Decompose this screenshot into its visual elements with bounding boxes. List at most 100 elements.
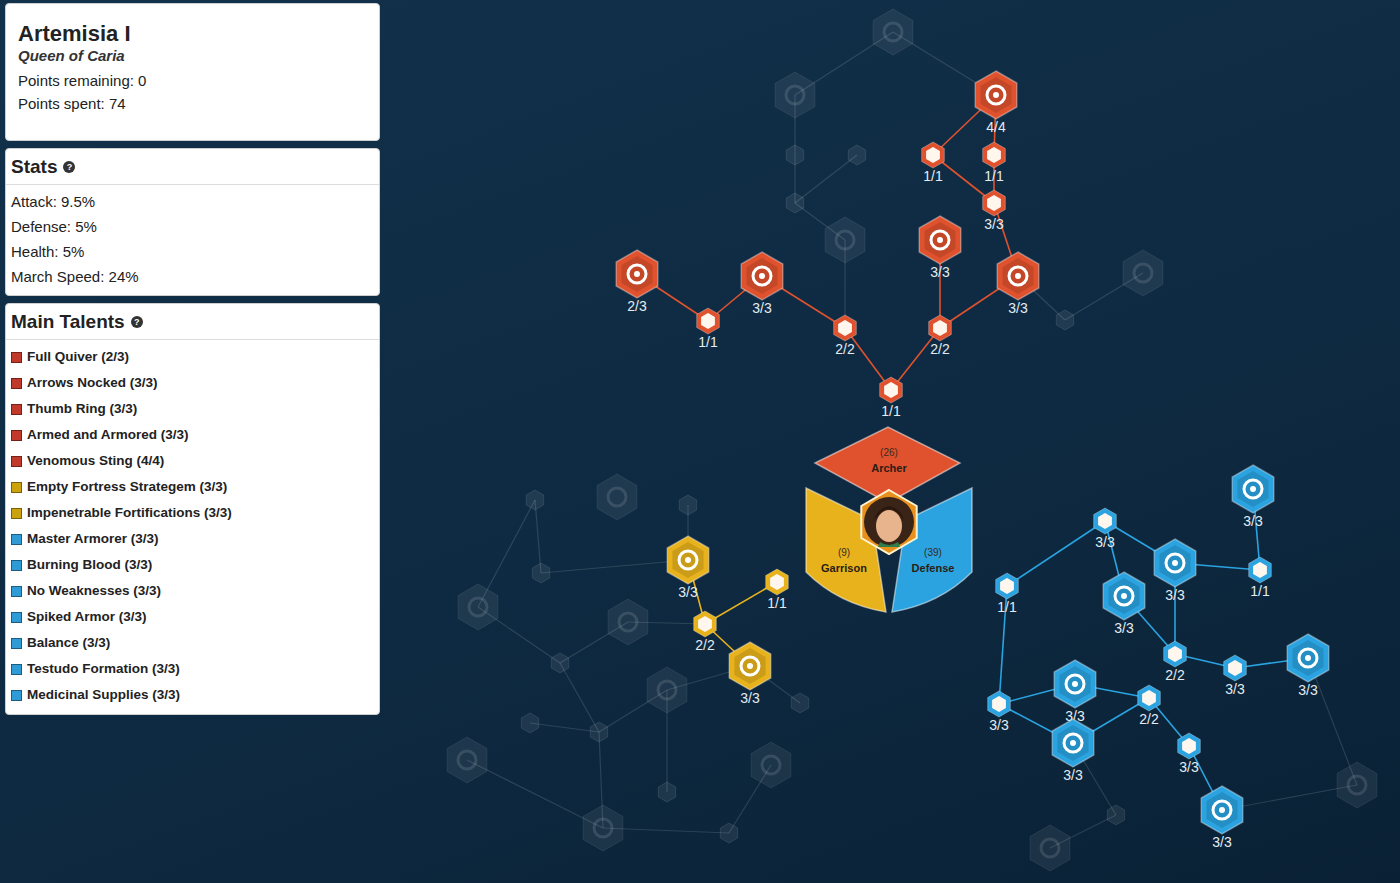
talent-node[interactable]	[608, 599, 648, 645]
talent-row: Armed and Armored (3/3)	[11, 422, 374, 448]
talent-row: Arrows Nocked (3/3)	[11, 370, 374, 396]
talent-node[interactable]: 2/2	[694, 611, 717, 653]
talent-node[interactable]: 3/3	[1154, 539, 1196, 603]
talent-node[interactable]	[1107, 805, 1124, 825]
talent-node[interactable]: 3/3	[729, 642, 771, 706]
node-level: 3/3	[752, 300, 772, 316]
tree-edge	[541, 560, 688, 573]
talent-node[interactable]	[679, 495, 696, 515]
branch-square-icon	[11, 534, 22, 545]
talent-node[interactable]: 4/4	[975, 71, 1017, 135]
talent-node[interactable]	[583, 805, 623, 851]
talent-builder: 4/41/11/13/33/33/32/31/13/32/22/21/13/31…	[0, 0, 1400, 883]
talent-node[interactable]: 1/1	[697, 308, 720, 350]
node-level: 3/3	[1298, 682, 1318, 698]
talent-node[interactable]	[1030, 825, 1070, 871]
branch-square-icon	[11, 612, 22, 623]
talent-node[interactable]: 1/1	[1249, 557, 1272, 599]
branch-points: (39)	[924, 547, 942, 558]
talent-node[interactable]	[590, 722, 607, 742]
talent-node[interactable]: 3/3	[1054, 660, 1096, 724]
node-level: 3/3	[1095, 534, 1115, 550]
talent-node[interactable]	[532, 563, 549, 583]
talent-node[interactable]: 3/3	[1232, 465, 1274, 529]
talent-node[interactable]	[1056, 310, 1073, 330]
talent-node[interactable]: 1/1	[922, 142, 945, 184]
talent-node[interactable]	[447, 737, 487, 783]
talent-node[interactable]: 3/3	[983, 190, 1006, 232]
main-talents-header: Main Talents ?	[6, 304, 379, 340]
talent-node[interactable]: 3/3	[1094, 508, 1117, 550]
branch-square-icon	[11, 456, 22, 467]
talent-node[interactable]: 3/3	[997, 252, 1039, 316]
talent-node[interactable]: 2/2	[1138, 685, 1161, 727]
talent-node[interactable]	[526, 490, 543, 510]
talent-node[interactable]	[786, 145, 803, 165]
talent-row: Balance (3/3)	[11, 630, 374, 656]
branch-square-icon	[11, 560, 22, 571]
tree-edge	[560, 663, 599, 732]
node-level: 3/3	[930, 264, 950, 280]
talent-node[interactable]	[751, 742, 791, 788]
talent-node[interactable]: 2/3	[616, 250, 658, 314]
node-level: 3/3	[1225, 681, 1245, 697]
node-level: 3/3	[984, 216, 1004, 232]
branch-name: Archer	[871, 462, 907, 474]
talent-node[interactable]: 1/1	[766, 569, 789, 611]
talent-node[interactable]	[848, 145, 865, 165]
hero-panel: Artemisia I Queen of Caria Points remain…	[5, 3, 380, 141]
talent-node[interactable]: 3/3	[988, 691, 1011, 733]
talent-node[interactable]: 1/1	[983, 142, 1006, 184]
talent-node[interactable]: 1/1	[996, 573, 1019, 615]
talent-node[interactable]	[647, 667, 687, 713]
talent-node[interactable]: 3/3	[919, 216, 961, 280]
talent-node[interactable]	[873, 9, 913, 55]
talent-node[interactable]: 3/3	[1178, 733, 1201, 775]
talent-node[interactable]: 3/3	[1052, 719, 1094, 783]
talent-row: Thumb Ring (3/3)	[11, 396, 374, 422]
talent-icon	[608, 488, 626, 506]
talent-node[interactable]	[1123, 250, 1163, 296]
talent-node[interactable]	[597, 474, 637, 520]
talent-icon	[753, 267, 771, 285]
talent-node[interactable]: 3/3	[1287, 634, 1329, 698]
talent-node[interactable]: 3/3	[741, 252, 783, 316]
talent-icon	[1166, 554, 1184, 572]
talent-row: Empty Fortress Strategem (3/3)	[11, 474, 374, 500]
stats-header: Stats ?	[6, 149, 379, 185]
talent-node[interactable]	[791, 693, 808, 713]
talent-node[interactable]	[458, 584, 498, 630]
hero-title: Queen of Caria	[18, 47, 367, 64]
node-level: 1/1	[923, 168, 943, 184]
talent-node[interactable]	[521, 713, 538, 733]
talent-node[interactable]	[551, 653, 568, 673]
avatar-icon	[861, 490, 916, 554]
talent-node[interactable]: 2/2	[834, 315, 857, 357]
talent-node[interactable]	[1337, 762, 1377, 808]
node-level: 3/3	[678, 584, 698, 600]
talent-node[interactable]: 3/3	[1224, 655, 1247, 697]
talent-node[interactable]: 2/2	[929, 315, 952, 357]
talent-icon	[469, 598, 487, 616]
talent-node[interactable]	[775, 72, 815, 118]
talent-node[interactable]	[658, 782, 675, 802]
branch-square-icon	[11, 404, 22, 415]
talent-node[interactable]: 3/3	[1201, 786, 1243, 850]
talent-node[interactable]	[720, 823, 737, 843]
talent-node[interactable]: 3/3	[1103, 572, 1145, 636]
points-line: Points spent: 74	[18, 95, 367, 112]
help-icon[interactable]: ?	[131, 316, 143, 328]
talent-node[interactable]: 3/3	[667, 536, 709, 600]
talent-node[interactable]	[825, 217, 865, 263]
talent-row: Full Quiver (2/3)	[11, 344, 374, 370]
node-level: 3/3	[1165, 587, 1185, 603]
node-level: 1/1	[997, 599, 1017, 615]
talent-node[interactable]: 2/2	[1164, 641, 1187, 683]
branch-square-icon	[11, 378, 22, 389]
talent-icon	[1041, 839, 1059, 857]
talent-node[interactable]: 1/1	[880, 377, 903, 419]
talent-icon	[836, 231, 854, 249]
talent-icon	[786, 86, 804, 104]
talent-node[interactable]	[786, 193, 803, 213]
help-icon[interactable]: ?	[63, 161, 75, 173]
